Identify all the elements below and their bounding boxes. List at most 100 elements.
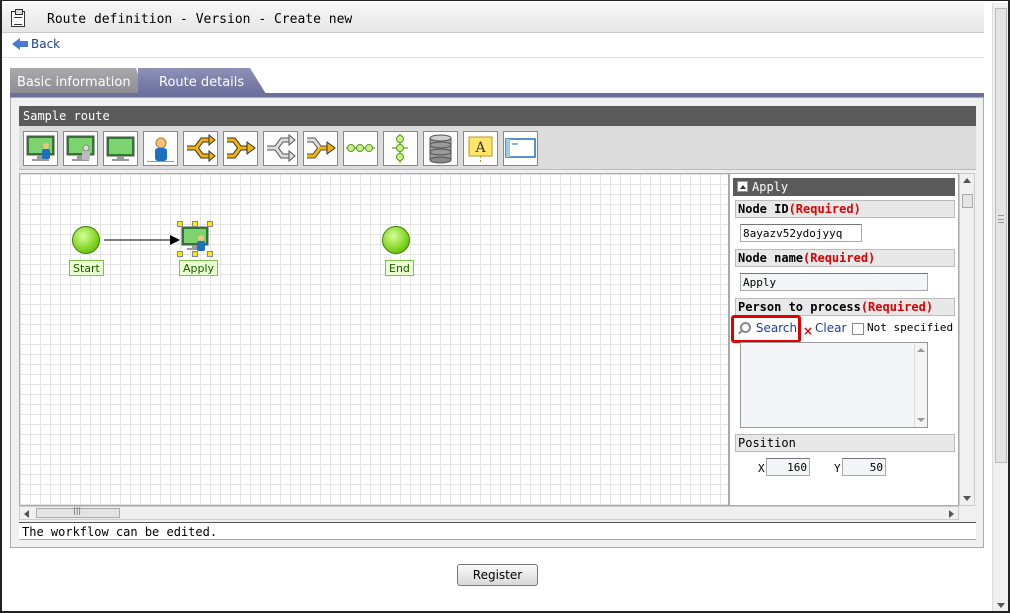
tool-horizontal-link[interactable] (343, 131, 378, 166)
selection-handle[interactable] (177, 251, 183, 257)
end-node-label: End (385, 260, 414, 276)
database-icon (429, 134, 452, 164)
tool-parallel-end[interactable] (303, 131, 338, 166)
selection-handle[interactable] (192, 221, 198, 227)
parallel-start-icon (267, 133, 296, 163)
tool-screen-user-node[interactable] (63, 131, 98, 166)
branch-start-icon (187, 133, 216, 163)
scroll-grip-icon (998, 215, 1004, 223)
node-properties-panel: Apply Node ID(Required) 8ayazv52ydojyyq … (729, 173, 959, 506)
node-name-label: Node name (738, 251, 804, 265)
selection-handle[interactable] (192, 251, 198, 257)
selection-handle[interactable] (207, 251, 213, 257)
scroll-grip-icon: ||| (73, 506, 82, 515)
branch-end-icon (227, 137, 256, 159)
apply-node-label: Apply (179, 260, 219, 276)
not-specified-checkbox[interactable] (852, 323, 864, 335)
search-button[interactable]: Search (731, 315, 801, 343)
back-row: Back (2, 34, 984, 58)
start-node[interactable] (72, 226, 100, 254)
tool-vertical-link[interactable] (383, 131, 418, 166)
person-required: (Required) (860, 300, 934, 314)
scroll-down-icon[interactable] (917, 418, 925, 422)
vertical-link-icon (392, 134, 408, 163)
tool-screen-node[interactable] (23, 131, 58, 166)
screen-user-node-icon (181, 226, 209, 251)
back-label: Back (31, 37, 61, 51)
selection-handle[interactable] (177, 221, 183, 227)
person-section: Person to process(Required) (735, 298, 955, 316)
scroll-down-icon[interactable] (963, 496, 971, 501)
title-bar: Route definition - Version - Create new (2, 3, 984, 33)
back-link[interactable]: Back (12, 37, 60, 51)
screen-user-node-icon (66, 135, 95, 161)
position-y-label: Y (834, 462, 841, 475)
position-x-field[interactable]: 160 (766, 458, 810, 476)
node-id-field[interactable]: 8ayazv52ydojyyq (740, 224, 862, 242)
position-x-label: X (758, 462, 765, 475)
page-title: Route definition - Version - Create new (47, 12, 353, 27)
magnifier-icon (740, 322, 751, 333)
node-name-field[interactable]: Apply (740, 273, 928, 291)
tab-bar: Basic information Route details (10, 68, 984, 94)
back-arrow-icon (12, 38, 28, 50)
tab-route-details[interactable]: Route details (138, 68, 266, 94)
position-y-field[interactable]: 50 (842, 458, 886, 476)
svg-text:A: A (474, 140, 486, 156)
node-toolbar: A (19, 126, 976, 170)
node-name-section: Node name(Required) (735, 249, 955, 267)
tool-database[interactable] (423, 131, 458, 166)
status-bar: The workflow can be edited. (19, 522, 976, 540)
tab-basic-information[interactable]: Basic information (10, 68, 144, 94)
properties-header: Apply (733, 178, 955, 196)
scroll-up-icon[interactable] (963, 178, 971, 183)
node-id-label: Node ID (738, 202, 789, 216)
tool-annotation[interactable]: A (463, 131, 498, 166)
properties-title: Apply (752, 180, 789, 194)
scroll-left-icon[interactable] (24, 510, 29, 518)
start-node-label: Start (69, 260, 104, 276)
scroll-up-icon[interactable] (917, 348, 925, 352)
textarea-scrollbar[interactable] (914, 343, 927, 427)
panel-scroll-thumb[interactable] (962, 194, 973, 208)
connector-arrow[interactable] (104, 234, 184, 246)
page-scroll-thumb[interactable] (995, 8, 1007, 463)
search-label: Search (755, 321, 798, 335)
scroll-right-icon[interactable] (949, 510, 954, 518)
workflow-canvas[interactable]: Start Apply End (19, 173, 729, 506)
scroll-down-icon[interactable] (997, 603, 1005, 608)
tool-user-node[interactable] (143, 131, 178, 166)
canvas-horizontal-scrollbar[interactable]: ||| (19, 506, 959, 520)
annotation-icon: A (468, 136, 493, 163)
user-node-icon (147, 137, 174, 162)
clipboard-icon (11, 9, 25, 27)
person-list-textarea[interactable] (740, 342, 928, 428)
collapse-icon[interactable] (737, 181, 748, 192)
panel-vertical-scrollbar[interactable] (959, 173, 975, 506)
register-button[interactable]: Register (457, 564, 538, 586)
tool-branch-start[interactable] (183, 131, 218, 166)
clear-x-icon: × (803, 324, 814, 338)
tool-branch-end[interactable] (223, 131, 258, 166)
route-editor: Sample route A Start Apply End Apply Nod… (10, 97, 984, 548)
screen-node-icon (26, 135, 55, 161)
tool-screen-plain-node[interactable] (103, 131, 138, 166)
end-node[interactable] (382, 226, 410, 254)
position-section: Position (735, 434, 955, 452)
page-vertical-scrollbar[interactable] (992, 3, 1008, 611)
tool-parallel-start[interactable] (263, 131, 298, 166)
route-name-header: Sample route (19, 106, 976, 126)
not-specified-label: Not specified (867, 321, 954, 334)
parallel-end-icon (307, 137, 336, 159)
clear-button[interactable]: × Clear (803, 321, 847, 338)
apply-node[interactable] (177, 221, 213, 257)
screen-plain-node-icon (106, 136, 135, 161)
window-icon (505, 138, 536, 158)
node-id-required: (Required) (788, 202, 861, 216)
horizontal-link-icon (346, 144, 375, 152)
canvas-scroll-thumb[interactable]: ||| (36, 506, 120, 518)
node-name-required: (Required) (803, 251, 876, 265)
tool-window[interactable] (503, 131, 538, 166)
selection-handle[interactable] (207, 221, 213, 227)
clear-label: Clear (815, 321, 847, 335)
